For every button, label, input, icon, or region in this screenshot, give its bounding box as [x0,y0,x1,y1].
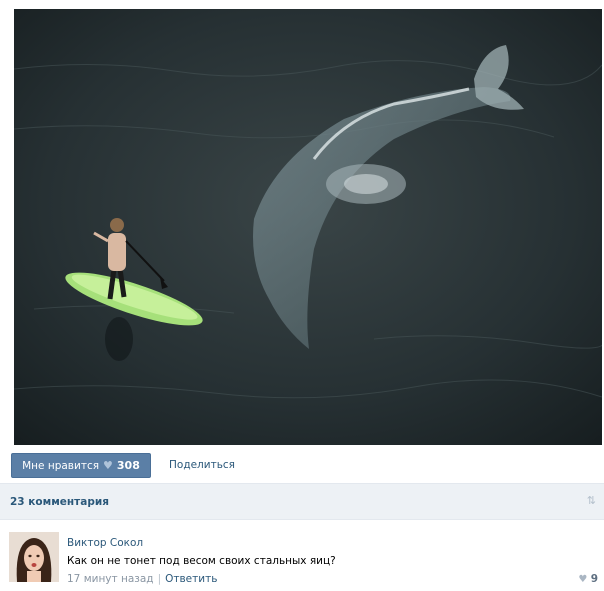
like-button[interactable]: Мне нравится ♥ 308 [11,453,151,478]
avatar-image [9,532,59,582]
comment-like-count: 9 [590,573,598,585]
comment-text: Как он не тонет под весом своих стальных… [67,555,336,567]
comment-time[interactable]: 17 минут назад [67,573,154,585]
comments-header: 23 комментария ⇅ [0,483,604,520]
like-count: 308 [116,459,140,472]
heart-icon: ♥ [578,574,588,585]
comment-item: Виктор Сокол Как он не тонет под весом с… [0,522,604,591]
comment-author[interactable]: Виктор Сокол [67,537,143,549]
like-label: Мне нравится [22,459,100,472]
comment-like-button[interactable]: ♥ 9 [578,573,598,585]
share-button[interactable]: Поделиться [169,459,235,471]
heart-icon: ♥ [103,459,113,472]
reply-button[interactable]: Ответить [165,573,217,585]
comment-meta: 17 минут назад | Ответить [67,573,217,585]
meta-separator: | [157,573,162,585]
sort-arrows-icon[interactable]: ⇅ [587,494,596,507]
post-photo[interactable] [14,9,602,445]
whale-paddleboard-image [14,9,602,445]
comments-count-title[interactable]: 23 комментария [10,496,109,508]
avatar[interactable] [9,532,59,582]
post-actions: Мне нравится ♥ 308 Поделиться [11,453,601,478]
